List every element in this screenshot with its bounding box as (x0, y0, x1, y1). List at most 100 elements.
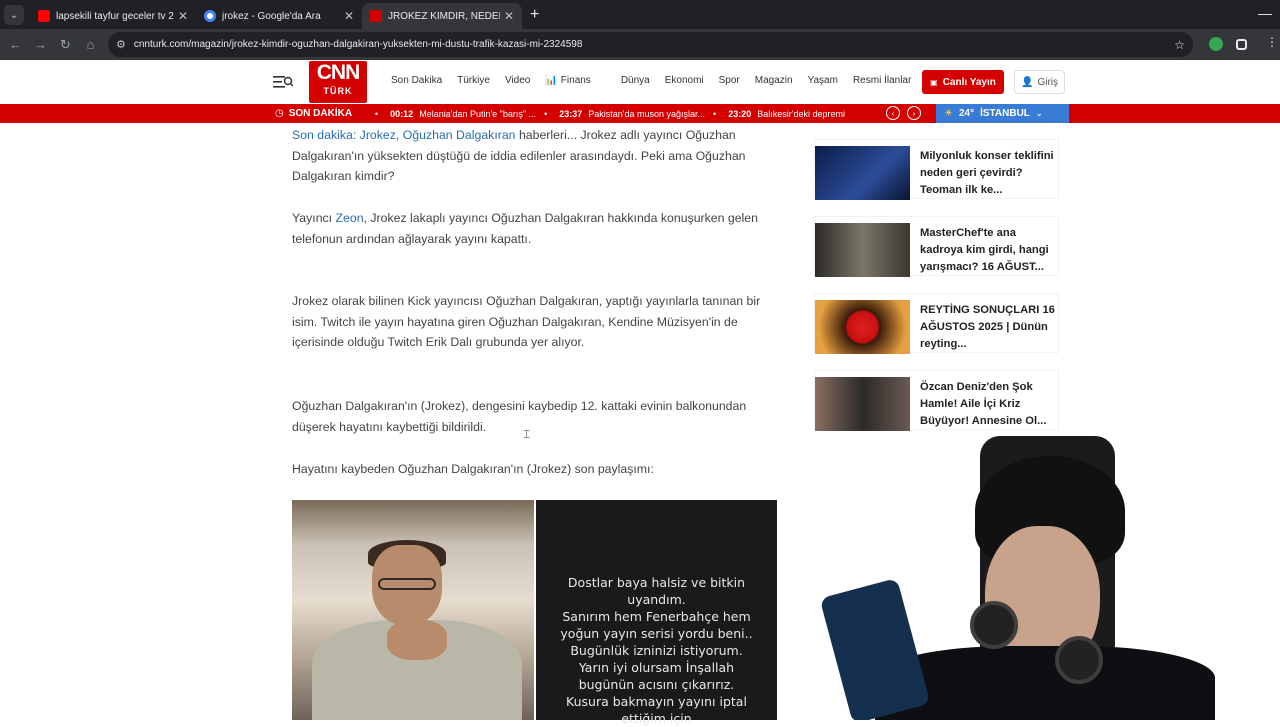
close-icon[interactable]: ✕ (344, 9, 354, 23)
ticker-time: 23:20 (728, 108, 752, 119)
ticker-prev-icon[interactable]: ‹ (886, 106, 900, 120)
nav-son-dakika[interactable]: Son Dakika (391, 75, 442, 86)
tab-title: jrokez - Google'da Ara (222, 10, 321, 22)
image-text-line: bugünün acısını çıkarırız. (578, 677, 735, 692)
google-icon (204, 10, 216, 22)
minimize-icon[interactable]: — (1258, 5, 1272, 21)
news-thumbnail (815, 223, 910, 277)
bookmark-star-icon[interactable]: ☆ (1174, 38, 1185, 52)
news-title: Milyonluk konser teklifini neden geri çe… (920, 150, 1054, 196)
nav-turkiye[interactable]: Türkiye (457, 75, 490, 86)
news-title: MasterChef'te ana kadroya kim girdi, han… (920, 227, 1049, 273)
new-tab-button[interactable]: + (530, 6, 539, 24)
chart-icon: 📊 (545, 75, 558, 86)
main-nav: Son Dakika Türkiye Video 📊 Finans Dünya E… (391, 75, 926, 86)
extensions-puzzle-icon[interactable] (1236, 39, 1247, 50)
ticker-dot: • (544, 108, 548, 119)
sidebar-news-item[interactable]: MasterChef'te ana kadroya kim girdi, han… (814, 216, 1059, 277)
browser-tab[interactable]: lapsekili tayfur geceler tv 2000 ✕ (30, 3, 196, 29)
cnn-turk-logo[interactable]: CNN TÜRK (309, 61, 367, 103)
weather-temp: 24° (958, 108, 975, 119)
youtube-icon (38, 10, 50, 22)
post-text-image: Dostlar baya halsiz ve bitkin uyandım. S… (536, 500, 777, 726)
image-text-line: Sanırım hem Fenerbahçe hem (562, 609, 751, 624)
address-bar[interactable]: ⚙ cnnturk.com/magazin/jrokez-kimdir-oguz… (108, 32, 1193, 57)
logo-top: CNN (316, 61, 361, 84)
browser-tab-active[interactable]: JROKEZ KİMDİR, NEDEN ÖLDÜ ✕ (362, 3, 522, 29)
ticker-dot: • (713, 108, 717, 119)
news-thumbnail (815, 146, 910, 200)
reload-icon[interactable]: ↻ (53, 37, 78, 53)
nav-spor[interactable]: Spor (719, 75, 740, 86)
tab-title: lapsekili tayfur geceler tv 2000 (56, 10, 174, 22)
nav-yasam[interactable]: Yaşam (808, 75, 838, 86)
news-ticker: • 00:12 Melania'dan Putin'e "barış" ... … (375, 104, 845, 123)
browser-tab[interactable]: jrokez - Google'da Ara ✕ (196, 3, 362, 29)
weather-city: İSTANBUL (980, 108, 1030, 119)
image-text-line: Bugünlük izninizi istiyorum. (570, 643, 743, 658)
article-tag-link[interactable]: Son dakika: Jrokez, Oğuzhan Dalgakıran (292, 128, 516, 142)
image-text-line: Yarın iyi olursam İnşallah (578, 660, 735, 675)
site-info-icon[interactable]: ⚙ (116, 38, 126, 51)
cnn-icon (370, 10, 382, 22)
image-text-line: yoğun yayın serisi yordu beni.. (560, 626, 753, 641)
ticker-item[interactable]: Pakistan'da muson yağışlar... (588, 109, 705, 119)
home-icon[interactable]: ⌂ (78, 37, 103, 52)
headphones (970, 601, 1018, 649)
news-thumbnail (815, 300, 910, 354)
close-icon[interactable]: ✕ (504, 9, 514, 23)
live-icon: ▣ (930, 77, 938, 87)
logo-bottom: TÜRK (323, 86, 353, 96)
live-label: Canlı Yayın (942, 76, 996, 88)
url-text: cnnturk.com/magazin/jrokez-kimdir-oguzha… (133, 39, 583, 50)
article-image: Dostlar baya halsiz ve bitkin uyandım. S… (292, 500, 777, 726)
zeon-link[interactable]: Zeon (336, 211, 364, 225)
clock-icon: ◷ (275, 108, 284, 119)
live-broadcast-button[interactable]: ▣ Canlı Yayın (922, 70, 1004, 94)
image-text-line: Kusura bakmayın yayını iptal (566, 694, 747, 709)
ticker-time: 00:12 (390, 108, 414, 119)
login-label: Giriş (1037, 76, 1058, 88)
tab-title: JROKEZ KİMDİR, NEDEN ÖLDÜ (388, 10, 500, 22)
news-title: Özcan Deniz'den Şok Hamle! Aile İçi Kriz… (920, 381, 1047, 427)
user-icon: 👤 (1020, 76, 1034, 88)
nav-finans[interactable]: 📊 Finans (545, 75, 605, 86)
nav-video[interactable]: Video (505, 75, 530, 86)
login-button[interactable]: 👤 Giriş (1014, 70, 1065, 94)
breaking-label-text: SON DAKİKA (288, 108, 353, 119)
news-title: REYTİNG SONUÇLARI 16 AĞUSTOS 2025 | Dünü… (920, 304, 1055, 350)
hamburger-search-icon[interactable] (273, 74, 293, 90)
image-text-line: uyandım. (627, 592, 686, 607)
breaking-label: ◷ SON DAKİKA (275, 104, 352, 123)
article-paragraph: Jrokez olarak bilinen Kick yayıncısı Oğu… (292, 294, 761, 349)
ticker-item[interactable]: Balıkesir'deki depremi (757, 109, 845, 119)
sidebar-news-item[interactable]: Özcan Deniz'den Şok Hamle! Aile İçi Kriz… (814, 370, 1059, 431)
nav-ekonomi[interactable]: Ekonomi (665, 75, 704, 86)
sun-icon: ☀ (944, 108, 953, 119)
nav-resmi-ilanlar[interactable]: Resmi İlanlar (853, 75, 911, 86)
menu-icon[interactable]: ⋮ (1266, 35, 1278, 49)
article-paragraph: Oğuzhan Dalgakıran'ın (Jrokez), dengesin… (292, 399, 747, 434)
nav-magazin[interactable]: Magazin (755, 75, 793, 86)
article-paragraph: Son dakika: Jrokez, Oğuzhan Dalgakıran h… (292, 125, 777, 187)
photo-person (292, 500, 534, 720)
close-icon[interactable]: ✕ (178, 9, 188, 23)
paragraph-text: Yayıncı (292, 211, 336, 225)
browser-toolbar: ← → ↻ ⌂ ⚙ cnnturk.com/magazin/jrokez-kim… (0, 29, 1280, 60)
article-paragraph: Hayatını kaybeden Oğuzhan Dalgakıran'ın … (292, 462, 654, 476)
ticker-item[interactable]: Melania'dan Putin'e "barış" ... (419, 109, 536, 119)
image-text-line: Dostlar baya halsiz ve bitkin (567, 575, 746, 590)
browser-tab-bar: ⌄ lapsekili tayfur geceler tv 2000 ✕ jro… (0, 0, 1280, 29)
news-thumbnail (815, 377, 910, 431)
ticker-time: 23:37 (559, 108, 583, 119)
article-paragraph: Yayıncı Zeon, Jrokez lakaplı yayıncı Oğu… (292, 208, 777, 249)
sidebar-news-item[interactable]: REYTİNG SONUÇLARI 16 AĞUSTOS 2025 | Dünü… (814, 293, 1059, 354)
tab-search-button[interactable]: ⌄ (4, 5, 24, 25)
nav-dunya[interactable]: Dünya (621, 75, 650, 86)
sidebar-news-item[interactable]: Milyonluk konser teklifini neden geri çe… (814, 139, 1059, 200)
back-icon[interactable]: ← (3, 37, 28, 52)
weather-widget[interactable]: ☀ 24° İSTANBUL ⌄ (936, 104, 1069, 123)
extension-icon[interactable] (1209, 37, 1223, 51)
forward-icon[interactable]: → (28, 37, 53, 52)
ticker-next-icon[interactable]: › (907, 106, 921, 120)
